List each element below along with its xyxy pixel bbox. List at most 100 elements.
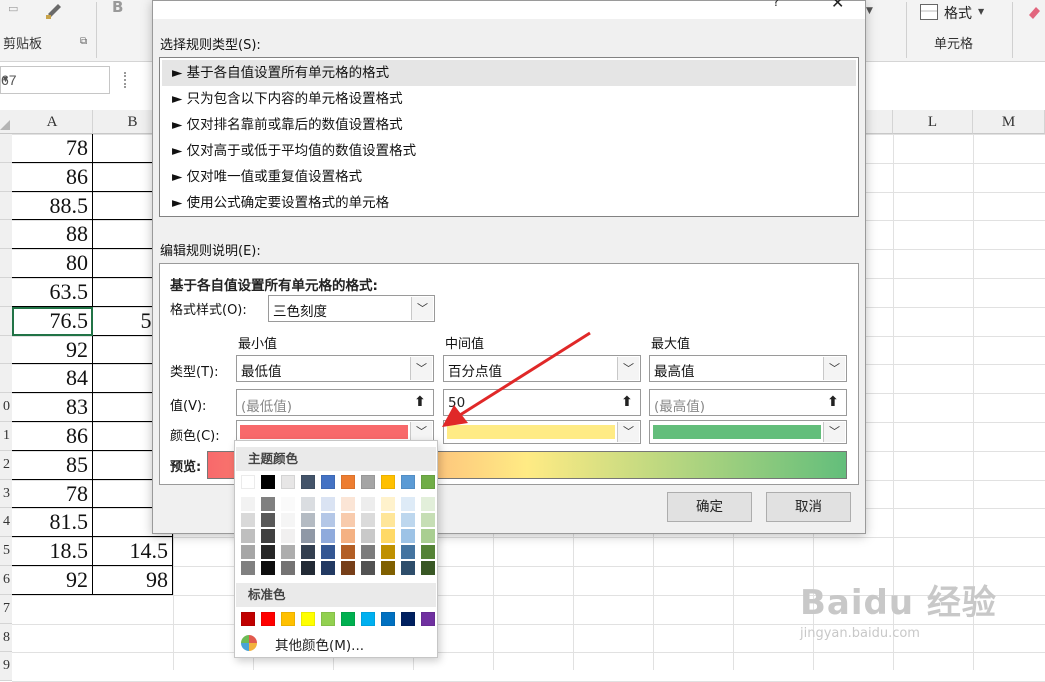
cell-a[interactable]: 78 <box>12 134 93 163</box>
theme-shade-swatch[interactable] <box>381 529 395 543</box>
row-header[interactable] <box>0 134 12 163</box>
theme-color-swatch[interactable] <box>401 475 415 489</box>
theme-color-swatch[interactable] <box>281 475 295 489</box>
theme-shade-swatch[interactable] <box>381 497 395 511</box>
cell-a[interactable]: 76.5 <box>12 306 93 336</box>
column-header-m[interactable]: M <box>973 110 1045 134</box>
theme-shade-swatch[interactable] <box>361 529 375 543</box>
cell-a[interactable]: 63.5 <box>12 278 93 307</box>
cell-a[interactable]: 81.5 <box>12 508 93 538</box>
standard-color-swatch[interactable] <box>241 612 255 626</box>
theme-shade-swatch[interactable] <box>341 529 355 543</box>
column-header-l[interactable]: L <box>893 110 973 134</box>
cell-a[interactable]: 92 <box>12 566 93 595</box>
help-button[interactable]: ? <box>773 0 779 9</box>
theme-shade-swatch[interactable] <box>401 497 415 511</box>
cell-a[interactable]: 85 <box>12 450 93 480</box>
select-all-corner[interactable] <box>0 110 12 134</box>
theme-color-swatch[interactable] <box>381 475 395 489</box>
standard-color-swatch[interactable] <box>361 612 375 626</box>
theme-color-swatch[interactable] <box>341 475 355 489</box>
theme-shade-swatch[interactable] <box>421 497 435 511</box>
theme-shade-swatch[interactable] <box>321 545 335 559</box>
theme-color-swatch[interactable] <box>241 475 255 489</box>
cell-a[interactable]: 86 <box>12 422 93 451</box>
theme-shade-swatch[interactable] <box>401 513 415 527</box>
theme-shade-swatch[interactable] <box>301 561 315 575</box>
cell-a[interactable]: 18.5 <box>12 537 93 566</box>
theme-shade-swatch[interactable] <box>401 529 415 543</box>
rule-item[interactable]: ► 仅对排名靠前或靠后的数值设置格式 <box>162 112 856 138</box>
theme-shade-swatch[interactable] <box>281 513 295 527</box>
theme-shade-swatch[interactable] <box>301 513 315 527</box>
theme-shade-swatch[interactable] <box>381 545 395 559</box>
column-header-k[interactable] <box>866 110 893 134</box>
theme-color-swatch[interactable] <box>321 475 335 489</box>
theme-color-swatch[interactable] <box>421 475 435 489</box>
row-header[interactable] <box>0 249 12 278</box>
dropdown-arrow-icon[interactable]: ▼ <box>866 6 873 16</box>
cell-a[interactable]: 78 <box>12 479 93 509</box>
close-icon[interactable]: ✕ <box>831 0 844 12</box>
collapse-dialog-icon[interactable]: ⬆ <box>408 391 432 414</box>
theme-shade-swatch[interactable] <box>241 497 255 511</box>
theme-shade-swatch[interactable] <box>241 561 255 575</box>
row-header[interactable] <box>0 278 12 307</box>
theme-color-swatch[interactable] <box>361 475 375 489</box>
theme-shade-swatch[interactable] <box>341 513 355 527</box>
row-header[interactable] <box>0 335 12 365</box>
theme-shade-swatch[interactable] <box>361 497 375 511</box>
row-header[interactable]: 9 <box>0 652 12 682</box>
row-header[interactable] <box>0 162 12 192</box>
row-header[interactable] <box>0 306 12 336</box>
theme-shade-swatch[interactable] <box>341 561 355 575</box>
theme-shade-swatch[interactable] <box>361 561 375 575</box>
theme-shade-swatch[interactable] <box>421 513 435 527</box>
theme-shade-swatch[interactable] <box>361 545 375 559</box>
theme-shade-swatch[interactable] <box>341 545 355 559</box>
theme-shade-swatch[interactable] <box>321 529 335 543</box>
row-header[interactable]: 1 <box>0 422 12 451</box>
theme-shade-swatch[interactable] <box>321 561 335 575</box>
theme-shade-swatch[interactable] <box>261 497 275 511</box>
dialog-launcher-icon[interactable]: ⧉ <box>80 36 87 47</box>
row-header[interactable]: 0 <box>0 393 12 422</box>
rule-item[interactable]: ► 仅对唯一值或重复值设置格式 <box>162 164 856 190</box>
theme-shade-swatch[interactable] <box>301 529 315 543</box>
theme-shade-swatch[interactable] <box>281 497 295 511</box>
row-header[interactable] <box>0 220 12 250</box>
cell-a[interactable]: 84 <box>12 364 93 394</box>
theme-shade-swatch[interactable] <box>401 561 415 575</box>
standard-color-swatch[interactable] <box>421 612 435 626</box>
theme-shade-swatch[interactable] <box>261 561 275 575</box>
cell-a[interactable]: 83 <box>12 393 93 422</box>
collapse-dialog-icon[interactable]: ⬆ <box>615 391 639 414</box>
min-type-select[interactable]: 最低值 ﹀ <box>236 355 434 382</box>
theme-shade-swatch[interactable] <box>321 497 335 511</box>
row-header[interactable]: 3 <box>0 479 12 509</box>
theme-shade-swatch[interactable] <box>241 513 255 527</box>
theme-shade-swatch[interactable] <box>241 529 255 543</box>
rule-item[interactable]: ► 基于各自值设置所有单元格的格式 <box>162 60 856 86</box>
max-color-select[interactable]: ﹀ <box>649 420 847 444</box>
cell-b[interactable]: 98 <box>93 566 173 595</box>
theme-shade-swatch[interactable] <box>421 561 435 575</box>
format-style-select[interactable]: 三色刻度 ﹀ <box>268 295 435 322</box>
rule-item[interactable]: ► 只为包含以下内容的单元格设置格式 <box>162 86 856 112</box>
row-header[interactable] <box>0 191 12 221</box>
standard-color-swatch[interactable] <box>401 612 415 626</box>
standard-color-swatch[interactable] <box>281 612 295 626</box>
theme-shade-swatch[interactable] <box>301 545 315 559</box>
theme-shade-swatch[interactable] <box>421 529 435 543</box>
theme-color-swatch[interactable] <box>261 475 275 489</box>
format-button[interactable]: 格式 ▼ <box>920 3 990 25</box>
min-value-input[interactable]: (最低值) ⬆ <box>236 389 434 416</box>
cell-a[interactable]: 88.5 <box>12 191 93 221</box>
theme-shade-swatch[interactable] <box>321 513 335 527</box>
theme-shade-swatch[interactable] <box>381 561 395 575</box>
rule-item[interactable]: ► 仅对高于或低于平均值的数值设置格式 <box>162 138 856 164</box>
theme-shade-swatch[interactable] <box>261 545 275 559</box>
bold-button[interactable]: B <box>112 0 123 16</box>
ok-button[interactable]: 确定 <box>667 492 752 522</box>
row-header[interactable]: 2 <box>0 450 12 480</box>
